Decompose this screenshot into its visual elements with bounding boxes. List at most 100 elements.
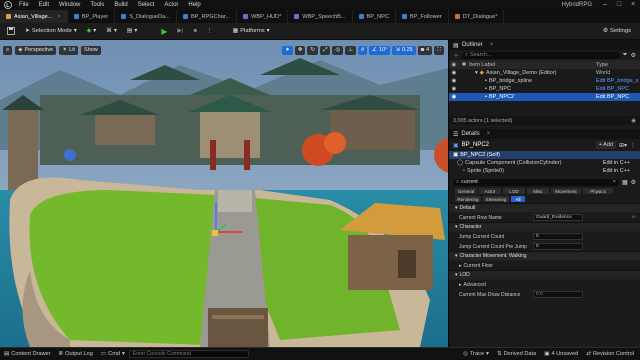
trace-button[interactable]: ◎ Trace ▾ <box>459 351 493 357</box>
scale-tool-icon[interactable]: ⤢ <box>320 45 331 55</box>
tab-bp-npc[interactable]: BP_NPC <box>353 10 396 23</box>
tab-wbp-speechb[interactable]: WBP_SpeechB... <box>288 10 353 23</box>
menu-actor[interactable]: Actor <box>159 2 183 8</box>
gear-icon[interactable]: ⚙ <box>631 179 636 186</box>
platforms-button[interactable]: ▦ Platforms ▾ <box>230 25 273 37</box>
filter-movement[interactable]: Movement <box>551 188 581 194</box>
column-item-label[interactable]: Item Label <box>469 62 596 68</box>
filter-general[interactable]: General <box>455 188 477 194</box>
menu-file[interactable]: File <box>14 2 34 8</box>
close-icon[interactable]: × <box>626 1 640 8</box>
maximize-icon[interactable]: □ <box>612 1 626 8</box>
property-matrix-icon[interactable]: ▦ <box>622 179 628 186</box>
add-actor-icon[interactable]: ＋ <box>453 51 459 60</box>
clear-search-icon[interactable]: × <box>613 179 616 185</box>
maximize-viewport-icon[interactable]: ⛶ <box>434 45 444 55</box>
move-tool-icon[interactable]: ✥ <box>294 45 306 55</box>
blueprint-button[interactable]: ⌘ ▾ <box>103 25 120 37</box>
tab-dt-dialogue[interactable]: DT_Dialogue* <box>449 10 505 23</box>
property-value-field[interactable]: Guard_Evidence <box>533 214 583 221</box>
derived-data-button[interactable]: ⇅ Derived Data <box>493 351 540 357</box>
menu-select[interactable]: Select <box>133 2 160 8</box>
tab-bp-player[interactable]: BP_Player <box>68 10 116 23</box>
add-content-button[interactable]: ◆ ▾ <box>84 25 99 37</box>
visibility-icon[interactable]: ◉ <box>449 94 459 100</box>
expand-arrow-icon[interactable]: ▾ <box>475 70 478 76</box>
outliner-row[interactable]: ◉ ▪ BP_bridge_spline Edit BP_bridge_s <box>449 77 640 85</box>
viewport-menu-button[interactable]: ≡ <box>3 45 13 55</box>
filter-misc[interactable]: Misc <box>527 188 549 194</box>
cinematics-button[interactable]: ▤ ▾ <box>124 25 140 37</box>
more-icon[interactable]: ⋮ <box>630 142 636 149</box>
outliner-search-input[interactable]: ⌕ Search... <box>462 51 620 59</box>
lit-button[interactable]: ☀ Lit <box>59 45 78 55</box>
property-value-field[interactable]: 0 <box>533 233 583 240</box>
menu-tools[interactable]: Tools <box>85 2 109 8</box>
reset-icon[interactable]: ↶ <box>632 215 636 221</box>
camera-speed-button[interactable]: ◙ 4 <box>417 45 433 55</box>
scale-snap-button[interactable]: ⇲ 0.25 <box>392 45 416 55</box>
property-row[interactable]: ▸ Current Floor <box>449 260 640 270</box>
content-drawer-button[interactable]: ▤ Content Drawer <box>0 351 54 357</box>
menu-window[interactable]: Window <box>54 2 85 8</box>
close-tab-icon[interactable]: × <box>57 14 60 20</box>
unsaved-button[interactable]: ▣ 4 Unsaved <box>540 351 582 357</box>
view-options-icon[interactable]: ◉ <box>631 118 636 124</box>
selection-mode-button[interactable]: ➤ Selection Mode ▾ <box>22 25 80 37</box>
revision-control-button[interactable]: ⇄ Revision Control <box>582 351 638 357</box>
scene-render[interactable] <box>0 40 448 347</box>
console-command-input[interactable]: Enter Console Command <box>128 350 249 358</box>
property-value-field[interactable]: 0.0 <box>533 291 583 298</box>
filter-lod[interactable]: LOD <box>503 188 525 194</box>
details-search-input[interactable]: ⌕ current × <box>453 178 619 186</box>
tab-bp-rpgchar[interactable]: BP_RPGChar... <box>177 10 238 23</box>
edit-in-cpp-link[interactable]: Edit in C++ <box>603 168 630 174</box>
world-space-icon[interactable]: ◎ <box>332 45 344 55</box>
visibility-icon[interactable]: ◉ <box>449 70 459 76</box>
menu-edit[interactable]: Edit <box>34 2 54 8</box>
outliner-row-selected[interactable]: ◉ ▪ BP_NPC2 Edit BP_NPC <box>449 93 640 101</box>
component-row[interactable]: ▣ BP_NPC2 (Self) <box>449 151 640 159</box>
section-default[interactable]: ▾ Default <box>449 203 640 212</box>
play-button[interactable]: ▶ <box>158 25 170 37</box>
gear-icon[interactable]: ⚙ <box>631 52 636 59</box>
section-character-movement-walking[interactable]: ▾ Character Movement: Walking <box>449 251 640 260</box>
tab-wbp-hud[interactable]: WBP_HUD* <box>237 10 289 23</box>
filter-physics[interactable]: Physics <box>583 188 613 194</box>
outliner-row-type[interactable]: Edit BP_NPC <box>596 94 640 100</box>
cmd-button[interactable]: ▭ Cmd ▾ <box>97 351 129 357</box>
filter-actor[interactable]: Actor <box>479 188 501 194</box>
section-character[interactable]: ▾ Character <box>449 222 640 231</box>
perspective-button[interactable]: ◈ Perspective <box>15 45 57 55</box>
component-row[interactable]: ▫ Sprite (Sprite0) Edit in C++ <box>449 167 640 175</box>
rotate-tool-icon[interactable]: ↻ <box>307 45 319 55</box>
tab-asian-village[interactable]: Asian_Village... × <box>0 10 68 23</box>
step-button[interactable]: ▶| <box>174 25 186 37</box>
surface-snap-icon[interactable]: ⊥ <box>345 45 357 55</box>
property-value-field[interactable]: 0 <box>533 243 583 250</box>
grid-snap-icon[interactable]: # <box>358 45 368 55</box>
tab-bp-follower[interactable]: BP_Follower <box>396 10 449 23</box>
visibility-icon[interactable]: ◉ <box>449 86 459 92</box>
filter-rendering[interactable]: Rendering <box>455 196 481 202</box>
close-icon[interactable]: × <box>487 131 491 137</box>
level-viewport[interactable] <box>0 40 448 347</box>
save-icon[interactable] <box>4 25 18 37</box>
minimize-icon[interactable]: – <box>598 1 612 8</box>
filter-streaming[interactable]: Streaming <box>483 196 509 202</box>
rotation-snap-button[interactable]: ∠ 10° <box>369 45 391 55</box>
outliner-row-type[interactable]: Edit BP_bridge_s <box>596 78 640 84</box>
outliner-row[interactable]: ◉ ▪ BP_NPC Edit BP_NPC <box>449 85 640 93</box>
settings-button[interactable]: ⚙ Settings <box>600 25 634 37</box>
unreal-logo-icon[interactable] <box>3 0 12 9</box>
property-row[interactable]: ▸ Advanced <box>449 279 640 289</box>
add-component-button[interactable]: + Add <box>595 141 616 149</box>
close-icon[interactable]: × <box>490 42 494 48</box>
play-options-button[interactable]: ⋮ <box>204 25 216 37</box>
menu-build[interactable]: Build <box>109 2 132 8</box>
component-row[interactable]: ◯ Capsule Component (CollisionCylinder) … <box>449 159 640 167</box>
select-tool-icon[interactable]: ➤ <box>282 45 293 55</box>
blueprint-options-icon[interactable]: ⊞▾ <box>619 142 627 149</box>
output-log-button[interactable]: ≣ Output Log <box>54 351 96 357</box>
outliner-row-type[interactable]: Edit BP_NPC <box>596 86 640 92</box>
